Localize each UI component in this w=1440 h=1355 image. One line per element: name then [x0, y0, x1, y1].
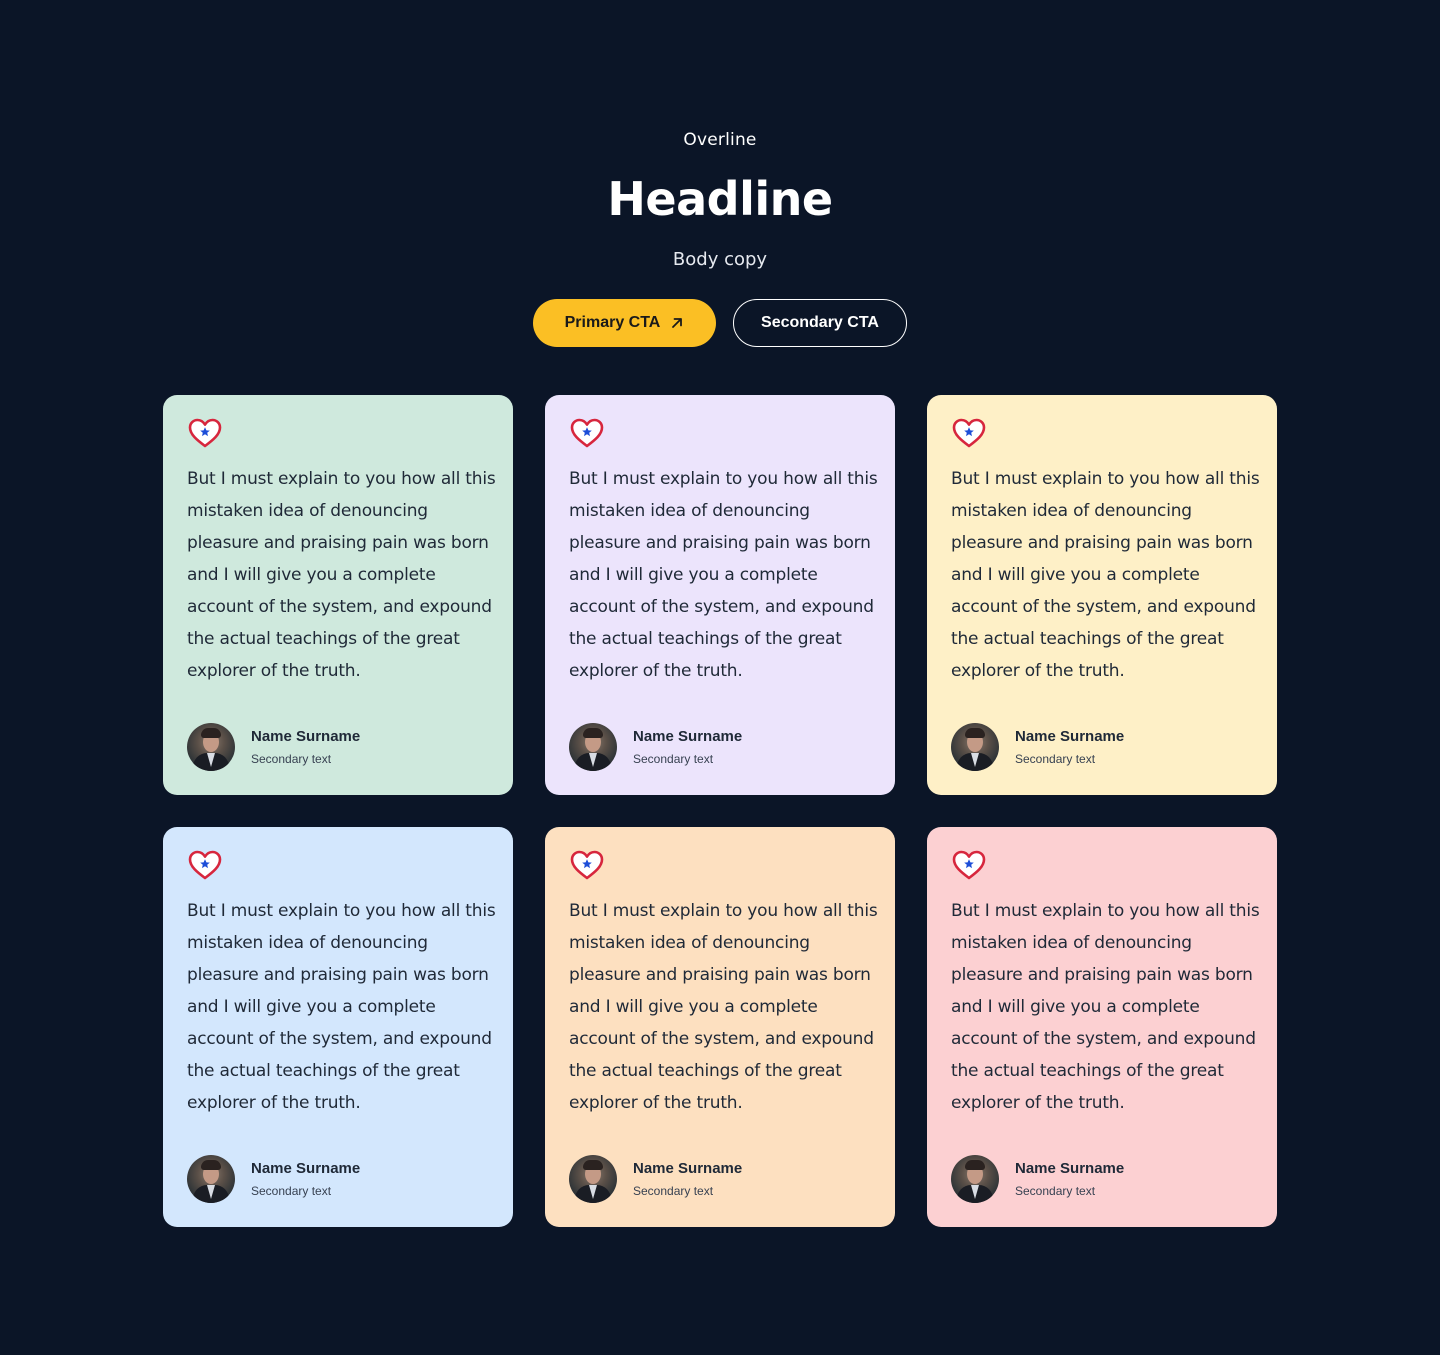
heart-star-icon	[952, 418, 986, 448]
avatar	[951, 1155, 999, 1203]
testimonial-card: But I must explain to you how all this m…	[163, 827, 513, 1227]
avatar	[569, 723, 617, 771]
author-name: Name Surname	[251, 727, 361, 745]
overline: Overline	[683, 130, 757, 150]
testimonial-quote: But I must explain to you how all this m…	[569, 469, 878, 681]
author-name: Name Surname	[251, 1159, 361, 1177]
heart-star-icon	[188, 418, 222, 448]
secondary-cta-button[interactable]: Secondary CTA	[733, 299, 907, 347]
testimonial-quote: But I must explain to you how all this m…	[187, 901, 496, 1113]
author-secondary-text: Secondary text	[1015, 751, 1096, 766]
primary-cta-label: Primary CTA	[564, 314, 661, 331]
author-name: Name Surname	[1015, 727, 1125, 745]
primary-cta-button[interactable]: Primary CTA	[533, 299, 716, 347]
author-name: Name Surname	[633, 1159, 743, 1177]
testimonial-quote: But I must explain to you how all this m…	[187, 469, 496, 681]
avatar	[569, 1155, 617, 1203]
heart-star-icon	[952, 850, 986, 880]
testimonial-card: But I must explain to you how all this m…	[927, 395, 1277, 795]
avatar	[187, 1155, 235, 1203]
testimonial-quote: But I must explain to you how all this m…	[951, 901, 1260, 1113]
heart-star-icon	[570, 850, 604, 880]
author-secondary-text: Secondary text	[633, 751, 714, 766]
avatar	[951, 723, 999, 771]
avatar	[187, 723, 235, 771]
secondary-cta-label: Secondary CTA	[761, 314, 879, 331]
author-secondary-text: Secondary text	[1015, 1183, 1096, 1198]
author: Name Surname Secondary text	[187, 1155, 360, 1203]
author-name: Name Surname	[633, 727, 743, 745]
heart-star-icon	[570, 418, 604, 448]
testimonial-card: But I must explain to you how all this m…	[163, 395, 513, 795]
author: Name Surname Secondary text	[569, 1155, 742, 1203]
testimonial-quote: But I must explain to you how all this m…	[951, 469, 1260, 681]
testimonial-card: But I must explain to you how all this m…	[927, 827, 1277, 1227]
page-title: Headline	[607, 172, 833, 226]
testimonial-grid: But I must explain to you how all this m…	[163, 395, 1277, 1227]
author-name: Name Surname	[1015, 1159, 1125, 1177]
author: Name Surname Secondary text	[951, 723, 1124, 771]
author: Name Surname Secondary text	[569, 723, 742, 771]
author: Name Surname Secondary text	[951, 1155, 1124, 1203]
author: Name Surname Secondary text	[187, 723, 360, 771]
testimonial-card: But I must explain to you how all this m…	[545, 395, 895, 795]
testimonial-card: But I must explain to you how all this m…	[545, 827, 895, 1227]
heart-star-icon	[188, 850, 222, 880]
author-secondary-text: Secondary text	[633, 1183, 714, 1198]
cta-row: Primary CTA Secondary CTA	[0, 299, 1440, 347]
arrow-up-right-icon	[672, 318, 683, 328]
author-secondary-text: Secondary text	[251, 751, 332, 766]
body-copy: Body copy	[672, 249, 768, 270]
testimonial-quote: But I must explain to you how all this m…	[569, 901, 878, 1113]
author-secondary-text: Secondary text	[251, 1183, 332, 1198]
